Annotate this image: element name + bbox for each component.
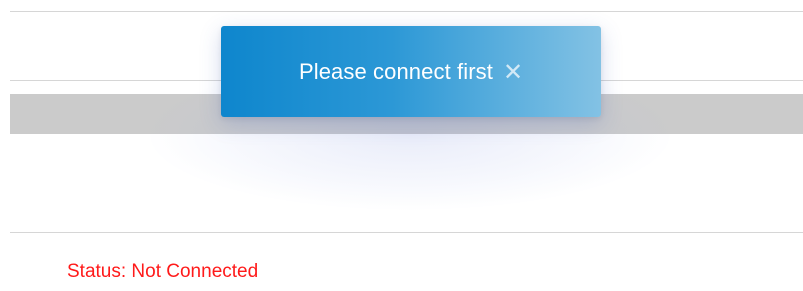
bottom-divider — [10, 232, 803, 233]
top-divider — [10, 11, 803, 12]
toast-message: Please connect first — [298, 58, 493, 84]
page: Please connect first ✕ Status: Not Conne… — [0, 0, 803, 291]
close-icon[interactable]: ✕ — [503, 60, 523, 84]
connection-status: Status: Not Connected — [67, 261, 259, 282]
notification-toast: Please connect first ✕ — [221, 26, 601, 117]
